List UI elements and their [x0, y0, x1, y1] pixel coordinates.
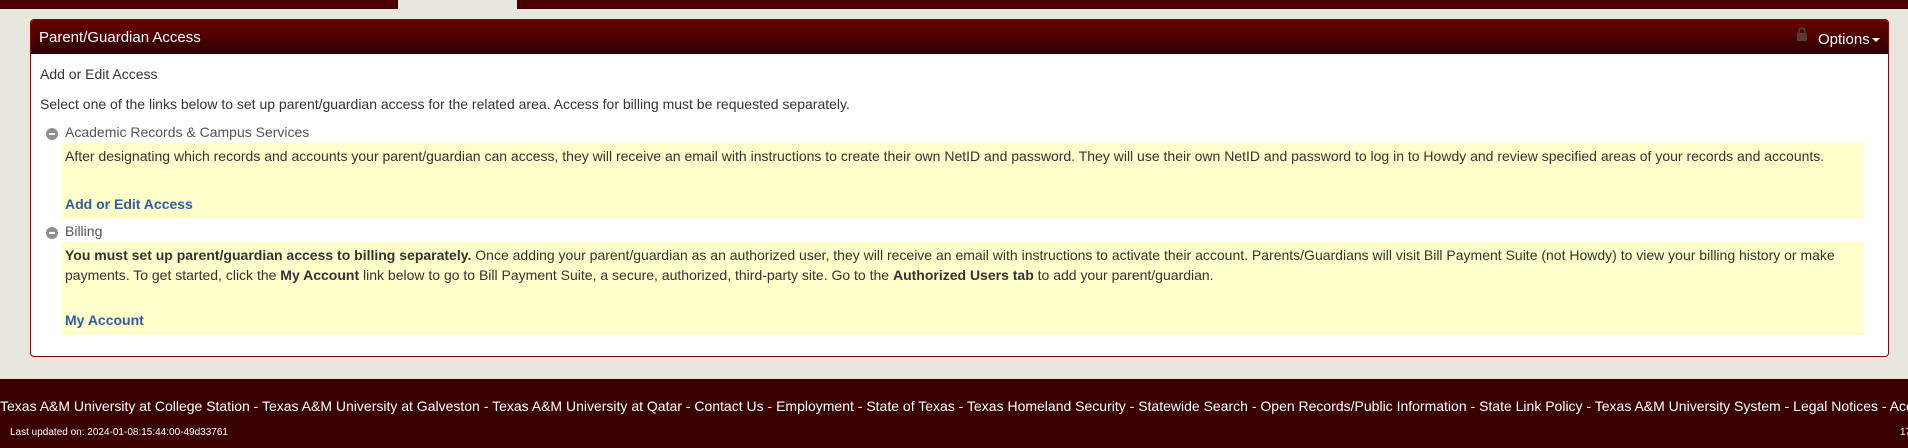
last-updated-text: Last updated on: 2024-01-08:15:44:00-49d…: [10, 427, 228, 438]
footer-separator: -: [249, 398, 262, 414]
footer-link[interactable]: Accessibility: [1890, 398, 1908, 414]
options-label: Options: [1818, 31, 1870, 48]
footer-link[interactable]: State of Texas: [866, 398, 954, 414]
footer-link[interactable]: Texas A&M University System: [1595, 398, 1781, 414]
footer-link[interactable]: State Link Policy: [1479, 398, 1583, 414]
footer: Texas A&M University at College Station …: [0, 379, 1908, 448]
footer-link[interactable]: Open Records/Public Information: [1260, 398, 1466, 414]
footer-separator: -: [763, 398, 777, 414]
lock-icon: [1797, 27, 1807, 41]
minus-circle-icon[interactable]: [46, 128, 58, 140]
portlet-title: Parent/Guardian Access: [39, 29, 201, 46]
billing-text-3: to add your parent/guardian.: [1033, 267, 1214, 283]
top-bar-segment: [0, 0, 398, 9]
options-button[interactable]: Options: [1818, 31, 1880, 48]
footer-link[interactable]: Texas A&M University at Qatar: [492, 398, 682, 414]
footer-links: Texas A&M University at College Station …: [0, 398, 1908, 414]
footer-link[interactable]: Legal Notices: [1793, 398, 1878, 414]
billing-section-title: Billing: [65, 223, 103, 239]
my-account-link[interactable]: My Account: [65, 312, 144, 328]
footer-link[interactable]: Texas A&M University at Galveston: [262, 398, 480, 414]
footer-separator: -: [853, 398, 867, 414]
footer-link[interactable]: Texas A&M University at College Station: [0, 398, 250, 414]
footer-separator: -: [1466, 398, 1480, 414]
academic-section-title: Academic Records & Campus Services: [65, 124, 310, 140]
billing-box: You must set up parent/guardian access t…: [62, 242, 1864, 335]
parent-guardian-portlet: Parent/Guardian Access Options Add or Ed…: [30, 19, 1889, 357]
billing-bold-authorized-users: Authorized Users tab: [892, 267, 1034, 283]
section-heading: Add or Edit Access: [40, 66, 158, 82]
add-or-edit-access-link[interactable]: Add or Edit Access: [65, 196, 193, 212]
top-bar: [0, 0, 1908, 9]
minus-circle-icon[interactable]: [46, 227, 58, 239]
footer-right-text: 17: [1900, 427, 1908, 438]
footer-link[interactable]: Texas Homeland Security: [967, 398, 1126, 414]
footer-separator: -: [1247, 398, 1261, 414]
footer-separator: -: [479, 398, 493, 414]
top-bar-segment: [517, 0, 1908, 9]
footer-link[interactable]: Statewide Search: [1138, 398, 1248, 414]
footer-separator: -: [1877, 398, 1890, 414]
footer-separator: -: [954, 398, 967, 414]
academic-description: After designating which records and acco…: [65, 148, 1825, 164]
billing-description: You must set up parent/guardian access t…: [65, 245, 1855, 285]
caret-down-icon: [1871, 38, 1880, 43]
footer-separator: -: [1780, 398, 1794, 414]
footer-link[interactable]: Employment: [776, 398, 854, 414]
billing-bold-my-account: My Account: [280, 267, 360, 283]
footer-separator: -: [681, 398, 695, 414]
billing-text-2: link below to go to Bill Payment Suite, …: [359, 267, 893, 283]
footer-link[interactable]: Contact Us: [694, 398, 763, 414]
footer-separator: -: [1125, 398, 1139, 414]
billing-bold-note: You must set up parent/guardian access t…: [65, 247, 472, 263]
academic-records-box: After designating which records and acco…: [62, 143, 1864, 219]
intro-text: Select one of the links below to set up …: [40, 96, 850, 112]
footer-separator: -: [1582, 398, 1595, 414]
portlet-header: Parent/Guardian Access Options: [31, 20, 1888, 54]
